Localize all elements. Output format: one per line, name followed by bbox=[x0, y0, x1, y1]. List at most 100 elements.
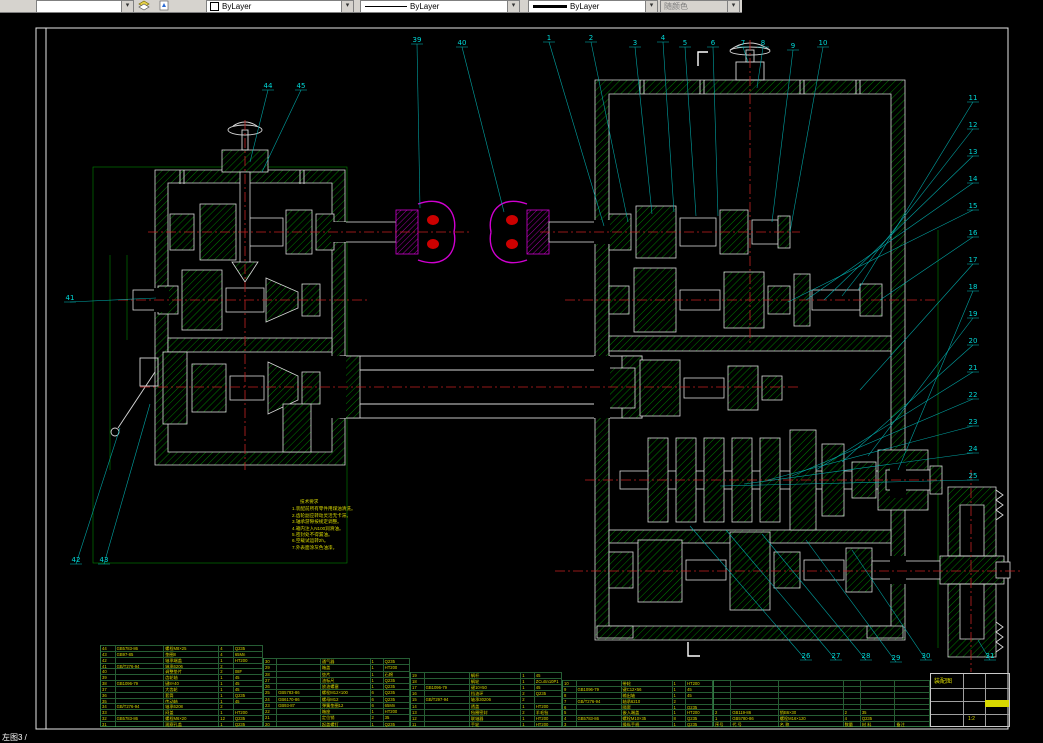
svg-text:1: 1 bbox=[547, 34, 551, 42]
chevron-down-icon[interactable]: ▾ bbox=[341, 1, 353, 12]
bom-table-4: 10 带轮 1 HT200 9 GB1096-79 键C12×56 1 45 8 输出轴 1 45 7 GB… bbox=[562, 680, 713, 727]
bom-cell: 20 bbox=[264, 720, 278, 727]
bom-cell: 1 bbox=[521, 720, 535, 727]
notes-lines: 1.装配前所有零件用煤油清洗。 2.齿轮副应转动灵活无卡滞。 3.轴承游隙按规定调整… bbox=[292, 506, 356, 550]
plotstyle-dropdown-value: 随颜色 bbox=[664, 2, 688, 11]
drawing-canvas[interactable]: 44 45 41 42 43 39 40 1 2 3 4 5 6 7 8 9 10 11 12 13 14 15 16 17 1… bbox=[0, 0, 1043, 743]
svg-text:5: 5 bbox=[683, 39, 687, 47]
color-dropdown-value: ByLayer bbox=[222, 2, 252, 11]
shift-lever bbox=[110, 357, 159, 437]
chevron-down-icon[interactable]: ▾ bbox=[727, 1, 739, 12]
svg-text:30: 30 bbox=[922, 652, 931, 660]
svg-text:14: 14 bbox=[969, 175, 978, 183]
bom-cell: 操纵手柄 bbox=[621, 721, 673, 727]
svg-text:12: 12 bbox=[969, 121, 978, 129]
bom-cell: 观察孔盖 bbox=[164, 720, 220, 727]
bom-table-1: 44 GB5783-86 螺栓M8×25 4 Q235 43 GB97-85 垫圈8 4 65Mn… bbox=[100, 645, 263, 727]
bom-row: 31 观察孔盖 1 Q235 bbox=[101, 720, 263, 727]
chevron-down-icon[interactable]: ▾ bbox=[121, 1, 133, 12]
bom-cell: 代 号 bbox=[731, 721, 779, 727]
chevron-down-icon[interactable]: ▾ bbox=[645, 1, 657, 12]
bom-cell: 31 bbox=[101, 720, 116, 727]
bom-cell: Q235 bbox=[686, 721, 713, 727]
bom-row: 序号代 号名 称数量材 料备注 bbox=[714, 721, 930, 727]
v-belt-pulley bbox=[939, 486, 1011, 658]
lineweight-preview bbox=[533, 5, 567, 8]
bom-cell: 起盖螺钉 bbox=[320, 720, 371, 727]
svg-text:28: 28 bbox=[862, 652, 871, 660]
bom-cell: 备注 bbox=[895, 721, 930, 727]
bom-row: 20 起盖螺钉 1 Q235 bbox=[264, 720, 410, 727]
svg-text:39: 39 bbox=[413, 36, 422, 44]
technical-notes: 技术要求 1.装配前所有零件用煤油清洗。 2.齿轮副应转动灵活无卡滞。 3.轴承游隙… bbox=[292, 499, 396, 551]
drawing-scale: 1:2 bbox=[968, 716, 975, 722]
bom-table-5: 2 GB119-86 销B6×30 2 35 1 GB5780-86 螺栓M16×120 4 Q2… bbox=[713, 680, 930, 727]
highlight-bar bbox=[985, 700, 1009, 707]
svg-text:45: 45 bbox=[297, 82, 306, 90]
bom-cell bbox=[424, 720, 470, 727]
layer-previous-icon[interactable] bbox=[158, 0, 174, 12]
bom-cell: 手轮 bbox=[469, 720, 522, 727]
svg-text:18: 18 bbox=[969, 283, 978, 291]
bom-table-3: 19 蜗杆 1 45 18 蜗轮 1 ZCuSn10P1 17 GB1096-79 键10×50 1 4… bbox=[410, 672, 562, 727]
svg-text:26: 26 bbox=[802, 652, 811, 660]
svg-text:4: 4 bbox=[661, 34, 666, 42]
svg-text:16: 16 bbox=[969, 229, 978, 237]
svg-text:17: 17 bbox=[969, 256, 978, 264]
color-dropdown[interactable]: ByLayer ▾ bbox=[206, 0, 354, 13]
bom-cell bbox=[576, 721, 622, 727]
linetype-preview bbox=[365, 6, 407, 7]
svg-text:10: 10 bbox=[819, 39, 828, 47]
linetype-dropdown-value: ByLayer bbox=[410, 2, 440, 11]
svg-text:23: 23 bbox=[969, 418, 978, 426]
titleblock-line bbox=[931, 688, 1009, 689]
svg-text:24: 24 bbox=[969, 445, 978, 453]
lineweight-dropdown[interactable]: ByLayer ▾ bbox=[528, 0, 658, 13]
svg-text:7: 7 bbox=[741, 39, 745, 47]
bom-cell: 1 bbox=[219, 720, 234, 727]
svg-text:25: 25 bbox=[969, 472, 978, 480]
make-layer-current-icon[interactable] bbox=[138, 0, 154, 12]
layer-dropdown[interactable]: ▾ bbox=[36, 0, 134, 13]
color-swatch bbox=[210, 2, 219, 11]
svg-text:9: 9 bbox=[791, 42, 795, 50]
lineweight-dropdown-value: ByLayer bbox=[570, 2, 600, 11]
svg-text:22: 22 bbox=[969, 391, 978, 399]
title-block: 装配图 1:2 bbox=[930, 673, 1010, 727]
bom-cell bbox=[115, 720, 165, 727]
bom-cell: 1 bbox=[672, 721, 686, 727]
svg-text:21: 21 bbox=[969, 364, 978, 372]
linetype-dropdown[interactable]: ByLayer ▾ bbox=[360, 0, 520, 13]
bom-cell: 3 bbox=[563, 721, 577, 727]
bom-cell: 名 称 bbox=[778, 721, 844, 727]
titleblock-line bbox=[963, 674, 964, 726]
svg-text:11: 11 bbox=[969, 94, 978, 102]
svg-text:44: 44 bbox=[264, 82, 273, 90]
svg-text:6: 6 bbox=[711, 39, 716, 47]
bom-table-2: 30 通气器 1 Q235 29 箱盖 1 HT200 28 垫片 1 石棉 27 油标尺 1 Q235 26 放… bbox=[263, 658, 410, 727]
svg-text:42: 42 bbox=[72, 556, 81, 564]
bom-cell bbox=[277, 720, 321, 727]
bom-cell: 1 bbox=[370, 720, 384, 727]
svg-text:29: 29 bbox=[892, 654, 901, 662]
svg-text:3: 3 bbox=[633, 39, 637, 47]
svg-text:8: 8 bbox=[761, 39, 765, 47]
svg-text:43: 43 bbox=[100, 556, 109, 564]
layout-tab-label[interactable]: 左图3 / bbox=[2, 732, 27, 743]
drawing-title: 装配图 bbox=[934, 679, 953, 685]
bom-cell: 11 bbox=[411, 720, 425, 727]
svg-text:20: 20 bbox=[969, 337, 978, 345]
bom-cell: HT200 bbox=[534, 720, 562, 727]
toolbar: ▾ ByLayer ▾ ByLayer ▾ ByLayer ▾ 随颜色 ▾ bbox=[0, 0, 742, 13]
svg-text:41: 41 bbox=[66, 294, 75, 302]
bom-row: 3 操纵手柄 1 Q235 bbox=[563, 721, 713, 727]
svg-text:27: 27 bbox=[832, 652, 841, 660]
bom-cell: 数量 bbox=[843, 721, 861, 727]
bom-cell: 材 料 bbox=[860, 721, 896, 727]
svg-text:15: 15 bbox=[969, 202, 978, 210]
plotstyle-dropdown[interactable]: 随颜色 ▾ bbox=[660, 0, 740, 13]
bom-row: 11 手轮 1 HT200 bbox=[411, 720, 562, 727]
chevron-down-icon[interactable]: ▾ bbox=[507, 1, 519, 12]
bom-cell: 序号 bbox=[714, 721, 732, 727]
bom-cell: Q235 bbox=[233, 720, 263, 727]
